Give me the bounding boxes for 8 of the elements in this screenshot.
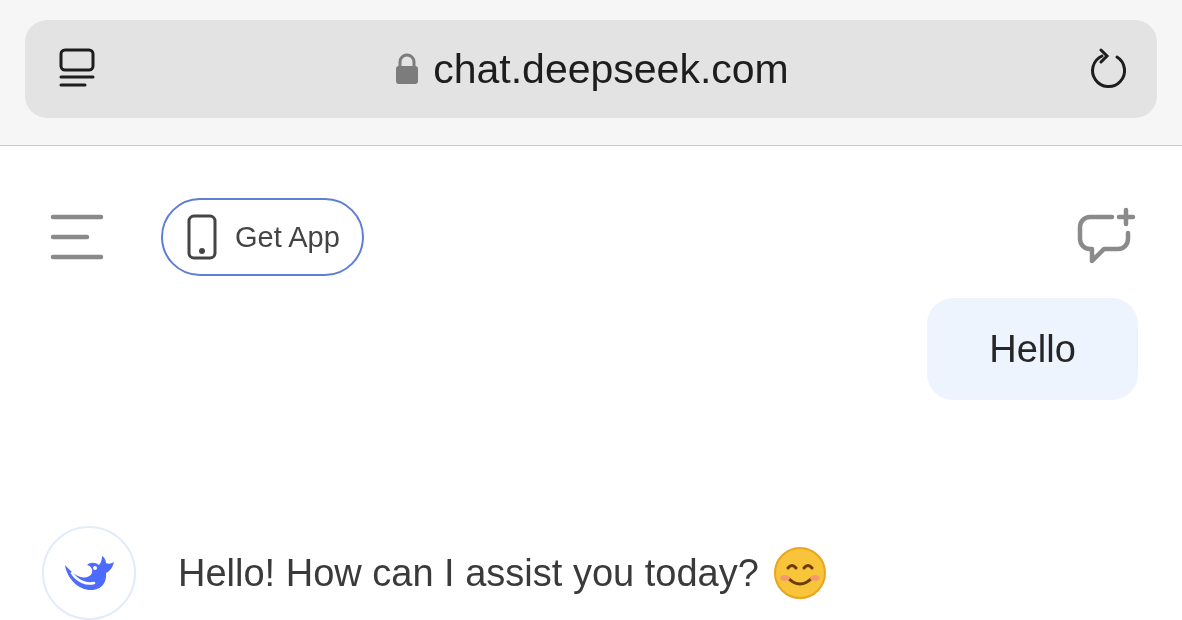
assistant-message: Hello! How can I assist you today? (178, 551, 759, 595)
phone-icon (187, 214, 217, 260)
user-message: Hello (927, 298, 1138, 400)
menu-icon[interactable] (50, 213, 104, 261)
get-app-button[interactable]: Get App (161, 198, 364, 276)
url-text[interactable]: chat.deepseek.com (433, 45, 789, 93)
address-bar[interactable]: chat.deepseek.com (25, 20, 1157, 118)
smiley-icon (772, 546, 827, 600)
